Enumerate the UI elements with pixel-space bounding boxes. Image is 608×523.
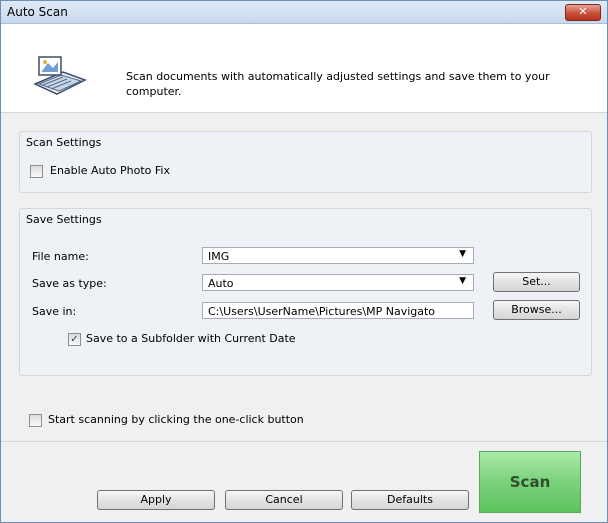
browse-button[interactable]: Browse...: [493, 300, 580, 320]
save-as-type-select[interactable]: Auto ▼: [202, 274, 474, 291]
save-settings-group: Save Settings File name: IMG ▼ Save as t…: [19, 208, 592, 376]
one-click-label: Start scanning by clicking the one-click…: [48, 413, 304, 426]
set-button[interactable]: Set...: [493, 272, 580, 292]
save-in-value: C:\Users\UserName\Pictures\MP Navigato: [208, 305, 436, 318]
scanner-document-icon: [33, 56, 87, 95]
auto-scan-dialog: Auto Scan ✕ Scan documents with automati…: [0, 0, 608, 523]
subfolder-label: Save to a Subfolder with Current Date: [86, 332, 296, 345]
cancel-button[interactable]: Cancel: [225, 490, 343, 510]
footer-divider: [1, 441, 607, 442]
chevron-down-icon: ▼: [459, 276, 466, 286]
close-icon: ✕: [578, 5, 588, 18]
save-settings-title: Save Settings: [26, 213, 102, 226]
save-in-field[interactable]: C:\Users\UserName\Pictures\MP Navigato: [202, 302, 474, 319]
window-title: Auto Scan: [7, 5, 68, 19]
chevron-down-icon: ▼: [459, 249, 466, 259]
defaults-button[interactable]: Defaults: [351, 490, 469, 510]
close-button[interactable]: ✕: [565, 4, 601, 21]
title-bar: Auto Scan ✕: [1, 1, 607, 24]
auto-photo-fix-checkbox[interactable]: [30, 165, 43, 178]
file-name-combo[interactable]: IMG ▼: [202, 247, 474, 264]
dialog-header: Scan documents with automatically adjust…: [1, 24, 607, 113]
auto-photo-fix-label: Enable Auto Photo Fix: [50, 164, 170, 177]
dialog-description: Scan documents with automatically adjust…: [126, 70, 550, 98]
save-as-type-label: Save as type:: [32, 277, 107, 290]
save-in-label: Save in:: [32, 305, 77, 318]
apply-button[interactable]: Apply: [97, 490, 215, 510]
file-name-value: IMG: [208, 250, 230, 263]
one-click-checkbox[interactable]: [29, 414, 42, 427]
subfolder-checkbox[interactable]: ✓: [68, 333, 81, 346]
scan-settings-group: Scan Settings Enable Auto Photo Fix: [19, 131, 592, 193]
save-as-type-value: Auto: [208, 277, 234, 290]
file-name-label: File name:: [32, 250, 89, 263]
scan-button[interactable]: Scan: [479, 451, 581, 513]
scan-settings-title: Scan Settings: [26, 136, 102, 149]
